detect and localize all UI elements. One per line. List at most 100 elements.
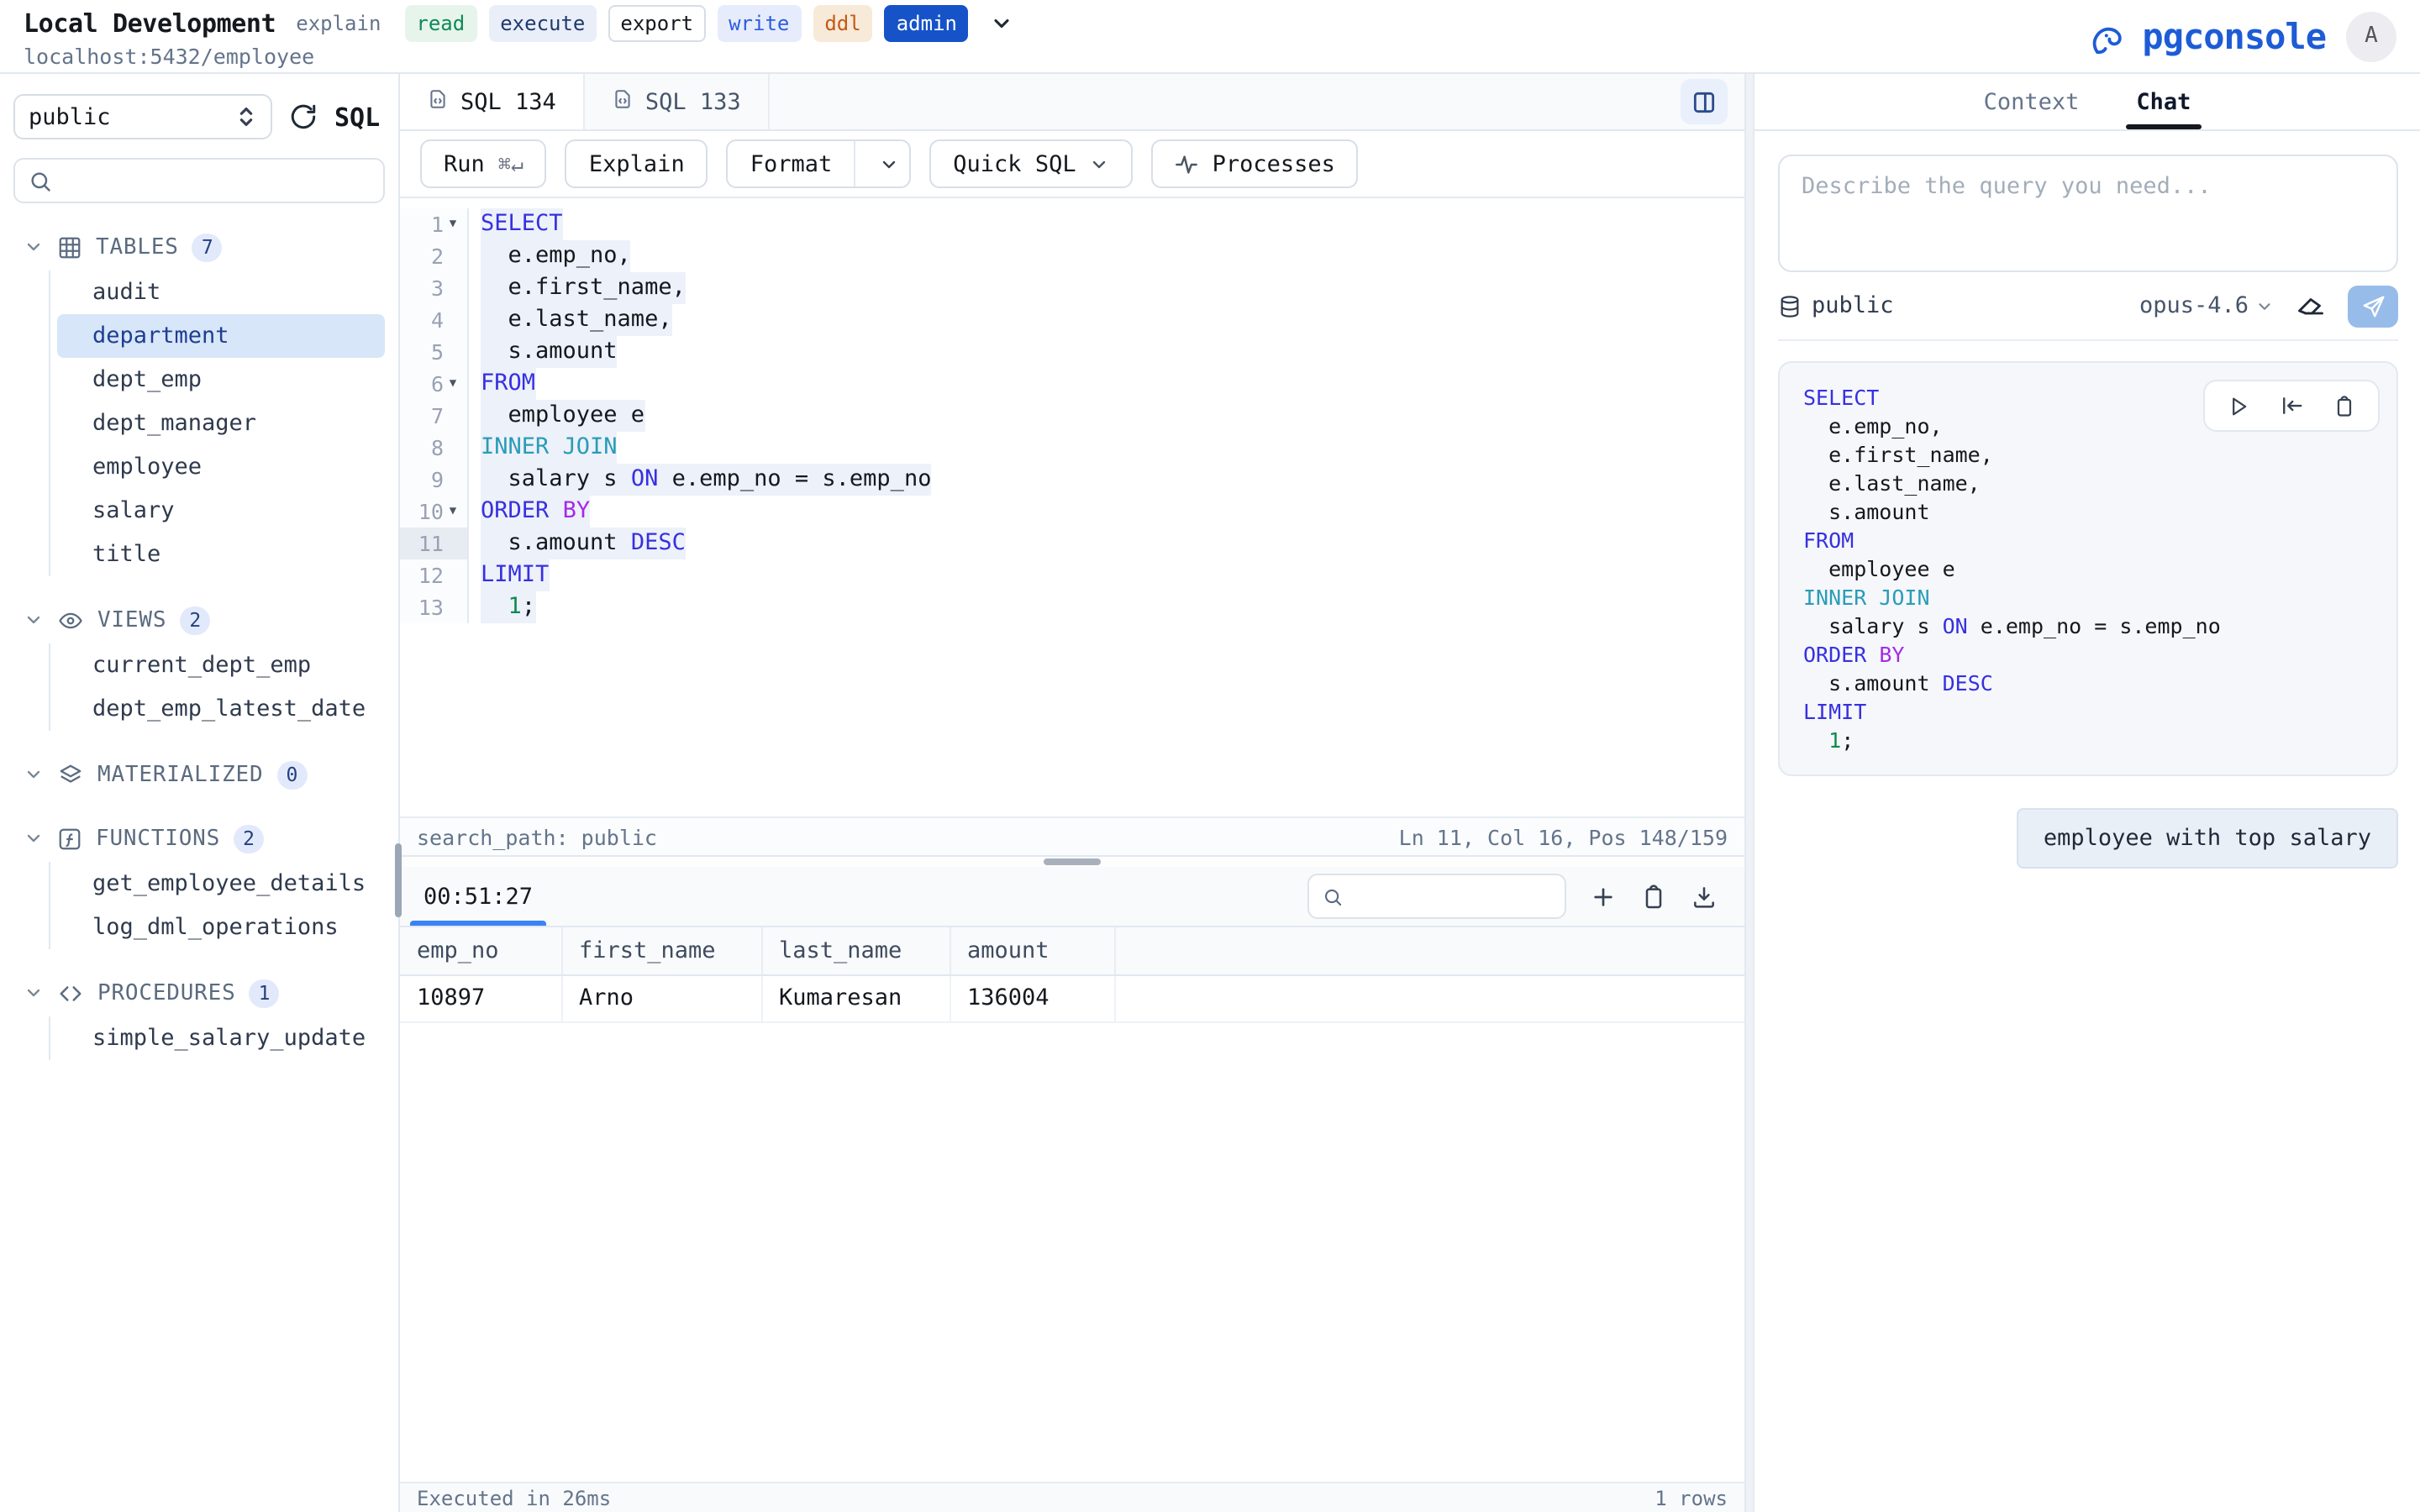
- run-sql-icon[interactable]: [2227, 394, 2250, 417]
- format-label[interactable]: Format: [729, 141, 856, 186]
- schema-context[interactable]: public: [1778, 292, 1894, 319]
- permission-badge-read: read: [404, 4, 476, 41]
- send-button[interactable]: [2348, 285, 2398, 327]
- sidebar-search-input[interactable]: [62, 166, 370, 195]
- results-search[interactable]: [1307, 874, 1566, 919]
- section-header-views[interactable]: VIEWS2: [13, 600, 385, 640]
- code-line-12[interactable]: 12LIMIT: [400, 559, 1744, 591]
- results-toolbar: 00:51:27: [400, 867, 1744, 927]
- column-header-first_name[interactable]: first_name: [561, 927, 761, 974]
- execution-time: Executed in 26ms: [417, 1486, 611, 1509]
- code-line-text: employee e: [481, 400, 644, 432]
- fold-marker[interactable]: ▼: [444, 368, 462, 400]
- token-plain: e.emp_no = s.emp_no: [658, 465, 931, 492]
- section-header-materialized[interactable]: MATERIALIZED0: [13, 754, 385, 795]
- fold-marker[interactable]: ▼: [444, 208, 462, 240]
- tab-chat[interactable]: Chat: [2133, 74, 2194, 129]
- download-results-icon[interactable]: [1691, 883, 1718, 910]
- result-timer-tab[interactable]: 00:51:27: [407, 867, 550, 926]
- model-select[interactable]: opus-4.6: [2139, 292, 2274, 319]
- code-line-4[interactable]: 4 e.last_name,: [400, 304, 1744, 336]
- tree-item-simple_salary_update[interactable]: simple_salary_update: [57, 1016, 385, 1060]
- copy-results-icon[interactable]: [1640, 883, 1667, 910]
- line-number: 13: [400, 591, 444, 623]
- sidebar-search[interactable]: [13, 158, 385, 203]
- cell-emp_no: 10897: [400, 974, 561, 1021]
- code-line-10[interactable]: 10▼ORDER BY: [400, 496, 1744, 528]
- tree-item-get_employee_details[interactable]: get_employee_details: [57, 862, 385, 906]
- sidebar-resize-handle[interactable]: [395, 843, 402, 917]
- refresh-icon[interactable]: [289, 102, 318, 131]
- sql-mode-label[interactable]: SQL: [334, 102, 380, 132]
- sql-editor[interactable]: 1▼SELECT2 e.emp_no,3 e.first_name,4 e.la…: [400, 198, 1744, 816]
- tree-item-dept_manager[interactable]: dept_manager: [57, 402, 385, 445]
- editor-tab-sql-133[interactable]: SQL 133: [585, 74, 770, 129]
- insert-into-editor-icon[interactable]: [2279, 393, 2304, 418]
- code-line-text: SELECT: [1803, 383, 1879, 412]
- chat-input[interactable]: [1780, 156, 2396, 270]
- tree-item-dept_emp[interactable]: dept_emp: [57, 358, 385, 402]
- code-line-7[interactable]: 7 employee e: [400, 400, 1744, 432]
- column-header-emp_no[interactable]: emp_no: [400, 927, 561, 974]
- quick-sql-label: Quick SQL: [953, 150, 1076, 177]
- code-line-3[interactable]: 3 e.first_name,: [400, 272, 1744, 304]
- fold-marker[interactable]: ▼: [444, 496, 462, 528]
- section-count-badge: 2: [180, 606, 210, 634]
- results-splitter[interactable]: [400, 857, 1744, 867]
- tree-item-audit[interactable]: audit: [57, 270, 385, 314]
- code-line-6[interactable]: 6▼FROM: [400, 368, 1744, 400]
- add-tab-icon[interactable]: [1590, 883, 1617, 910]
- panel-toggle-button[interactable]: [1681, 79, 1728, 124]
- panel-resize-gutter[interactable]: [1744, 74, 1754, 1512]
- copy-sql-icon[interactable]: [2333, 394, 2356, 417]
- section-header-tables[interactable]: TABLES7: [13, 227, 385, 267]
- results-search-input[interactable]: [1353, 882, 1551, 911]
- processes-button[interactable]: Processes: [1152, 139, 1359, 188]
- code-line-5[interactable]: 5 s.amount: [400, 336, 1744, 368]
- quick-sql-button[interactable]: Quick SQL: [929, 139, 1133, 188]
- tree-item-log_dml_operations[interactable]: log_dml_operations: [57, 906, 385, 949]
- clear-chat-icon[interactable]: [2296, 291, 2326, 321]
- tree-item-employee[interactable]: employee: [57, 445, 385, 489]
- tree-item-department[interactable]: department: [57, 314, 385, 358]
- code-line-11[interactable]: 11 s.amount DESC: [400, 528, 1744, 559]
- code-line-2[interactable]: 2 e.emp_no,: [400, 240, 1744, 272]
- code-line-text: salary s ON e.emp_no = s.emp_no: [481, 464, 931, 496]
- chevron-down-icon: [24, 828, 44, 848]
- code-line-9[interactable]: 9 salary s ON e.emp_no = s.emp_no: [400, 464, 1744, 496]
- main-area: SQL 134SQL 133 Run ⌘↵ Explain Format Qui…: [400, 74, 1744, 1512]
- column-header-last_name[interactable]: last_name: [761, 927, 950, 974]
- section-name: TABLES: [96, 234, 179, 260]
- run-button[interactable]: Run ⌘↵: [420, 139, 547, 188]
- avatar[interactable]: A: [2346, 11, 2396, 61]
- results-empty-area: [400, 1022, 1744, 1482]
- schema-select[interactable]: public: [13, 94, 272, 139]
- column-header-amount[interactable]: amount: [950, 927, 1114, 974]
- code-line-1[interactable]: 1▼SELECT: [400, 208, 1744, 240]
- format-button[interactable]: Format: [727, 139, 912, 188]
- editor-tab-sql-134[interactable]: SQL 134: [400, 74, 585, 129]
- schema-select-value: public: [29, 103, 111, 130]
- connection-menu-chevron-icon[interactable]: [991, 11, 1014, 34]
- code-line-text: e.first_name,: [1803, 440, 1993, 469]
- format-dropdown-chevron-icon[interactable]: [869, 141, 909, 186]
- tree-item-current_dept_emp[interactable]: current_dept_emp: [57, 643, 385, 687]
- section-header-procedures[interactable]: PROCEDURES1: [13, 973, 385, 1013]
- code-line-13[interactable]: 13 1;: [400, 591, 1744, 623]
- chat-input-card: [1778, 155, 2398, 272]
- splitter-grip[interactable]: [1044, 858, 1101, 865]
- tree-item-dept_emp_latest_date[interactable]: dept_emp_latest_date: [57, 687, 385, 731]
- table-row[interactable]: 10897ArnoKumaresan136004: [400, 974, 1744, 1021]
- code-line-7: employee e: [1803, 554, 2373, 583]
- tree-item-salary[interactable]: salary: [57, 489, 385, 533]
- editor-statusbar: search_path: public Ln 11, Col 16, Pos 1…: [400, 816, 1744, 857]
- code-line-text: s.amount DESC: [1803, 669, 1993, 697]
- code-line-text: e.emp_no,: [1803, 412, 1943, 440]
- explain-button[interactable]: Explain: [566, 139, 708, 188]
- code-line-8[interactable]: 8INNER JOIN: [400, 432, 1744, 464]
- tab-context[interactable]: Context: [1981, 74, 2083, 129]
- section-header-functions[interactable]: FUNCTIONS2: [13, 818, 385, 858]
- schema-context-label: public: [1812, 292, 1894, 319]
- tree-item-title[interactable]: title: [57, 533, 385, 576]
- editor-toolbar: Run ⌘↵ Explain Format Quick SQL: [400, 131, 1744, 198]
